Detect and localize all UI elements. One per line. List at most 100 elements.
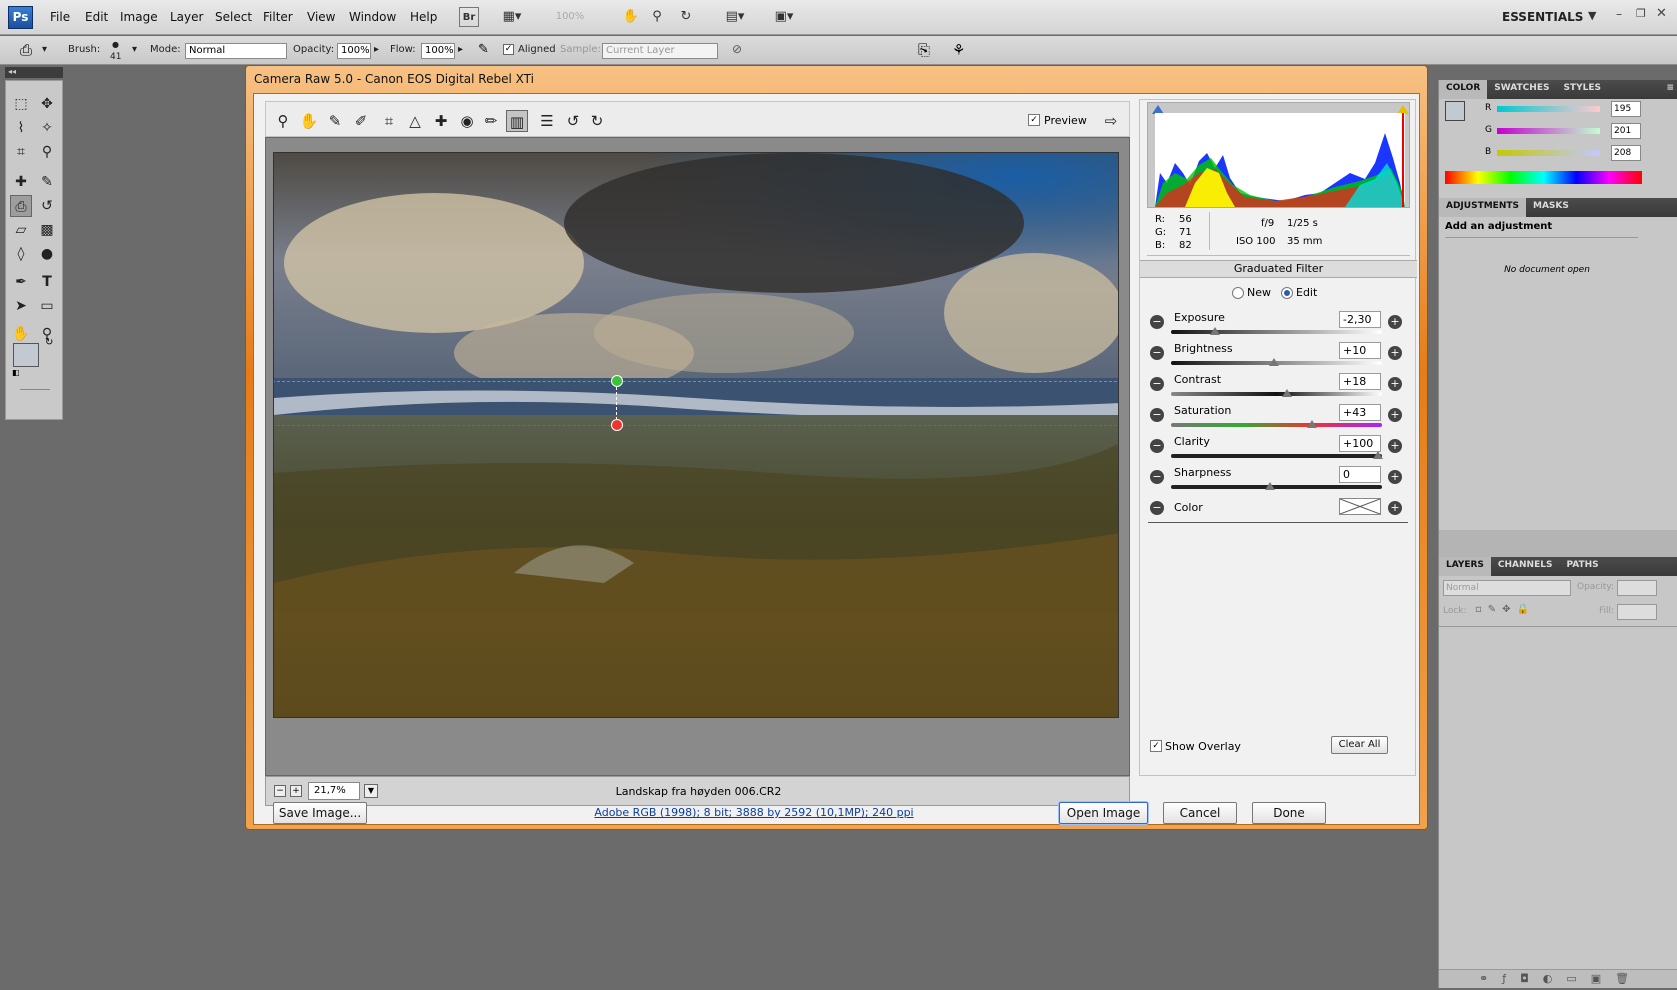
brush-tool-icon[interactable]: ✎	[36, 171, 58, 193]
workspace-switcher[interactable]: ESSENTIALS	[1502, 10, 1583, 24]
tab-paths[interactable]: PATHS	[1559, 557, 1605, 576]
arrange-documents-icon[interactable]: ▤▾	[718, 7, 752, 27]
menu-filter[interactable]: Filter	[263, 10, 293, 24]
minimize-icon[interactable]: –	[1616, 7, 1622, 21]
rotate-view-icon[interactable]: ↻	[675, 7, 697, 27]
color-spectrum-bar[interactable]	[1445, 171, 1642, 184]
color-plus-button[interactable]: +	[1388, 501, 1402, 515]
close-icon[interactable]: ✕	[1656, 6, 1667, 21]
move-tool-icon[interactable]: ✥	[36, 93, 58, 115]
saturation-slider-knob[interactable]	[1307, 420, 1318, 428]
magic-wand-tool-icon[interactable]: ✧	[36, 117, 58, 139]
eraser-tool-icon[interactable]: ▱	[10, 219, 32, 241]
preview-photo[interactable]	[273, 152, 1119, 718]
brightness-plus-button[interactable]: +	[1388, 346, 1402, 360]
crop-tool-icon[interactable]: ⌗	[10, 141, 32, 163]
mode-edit-radio[interactable]	[1281, 287, 1293, 299]
brightness-field[interactable]: +10	[1339, 342, 1381, 359]
screen-mode-icon[interactable]: ▣▾	[767, 7, 801, 27]
menu-layer[interactable]: Layer	[170, 10, 203, 24]
contrast-field[interactable]: +18	[1339, 373, 1381, 390]
swap-colors-icon[interactable]: ↻	[45, 337, 53, 348]
clear-all-button[interactable]: Clear All	[1331, 736, 1388, 754]
saturation-slider[interactable]	[1171, 423, 1382, 427]
cr-rotate-left-icon[interactable]: ↺	[562, 110, 584, 132]
foreground-color-swatch[interactable]	[13, 343, 39, 367]
saturation-plus-button[interactable]: +	[1388, 408, 1402, 422]
panel-menu-icon[interactable]: ≡	[1666, 83, 1674, 93]
history-brush-tool-icon[interactable]: ↺	[36, 195, 58, 217]
brush-preview[interactable]: ●	[112, 40, 119, 49]
brush-panel-icon[interactable]: ⚘	[952, 41, 965, 59]
clarity-slider-knob[interactable]	[1372, 451, 1383, 459]
cr-hand-icon[interactable]: ✋	[298, 110, 320, 132]
bridge-button[interactable]: Br	[459, 7, 479, 27]
cr-white-balance-icon[interactable]: ✎	[324, 110, 346, 132]
contrast-slider[interactable]	[1171, 392, 1382, 396]
sharpness-plus-button[interactable]: +	[1388, 470, 1402, 484]
open-image-button[interactable]: Open Image	[1059, 802, 1148, 824]
saturation-minus-button[interactable]: −	[1150, 408, 1164, 422]
opacity-field[interactable]: 100%	[337, 43, 371, 59]
tab-layers[interactable]: LAYERS	[1439, 557, 1491, 576]
path-selection-tool-icon[interactable]: ➤	[10, 295, 32, 317]
tab-swatches[interactable]: SWATCHES	[1487, 80, 1556, 99]
contrast-minus-button[interactable]: −	[1150, 377, 1164, 391]
sharpness-field[interactable]: 0	[1339, 466, 1381, 483]
menu-view[interactable]: View	[307, 10, 335, 24]
cr-straighten-icon[interactable]: △	[404, 110, 426, 132]
cr-color-sampler-icon[interactable]: ✐	[350, 110, 372, 132]
workflow-options-link[interactable]: Adobe RGB (1998); 8 bit; 3888 by 2592 (1…	[534, 806, 974, 819]
sharpness-slider-knob[interactable]	[1265, 482, 1276, 490]
view-extras-icon[interactable]: ▦▾	[498, 7, 526, 27]
menu-help[interactable]: Help	[410, 10, 437, 24]
layers-blend-select[interactable]: Normal	[1443, 580, 1571, 596]
tab-masks[interactable]: MASKS	[1526, 198, 1576, 217]
ignore-adjustment-layers-icon[interactable]: ⊘	[732, 42, 742, 56]
panel-foreground-swatch[interactable]	[1445, 101, 1465, 121]
layers-footer-icons[interactable]: ⚭ƒ◘◐▭▣🗑	[1439, 969, 1677, 988]
zoom-level-dropdown[interactable]: 100%	[545, 7, 595, 27]
color-r-slider[interactable]	[1497, 106, 1600, 112]
menu-image[interactable]: Image	[120, 10, 158, 24]
tab-color[interactable]: COLOR	[1439, 80, 1488, 99]
clarity-slider[interactable]	[1171, 454, 1382, 458]
color-minus-button[interactable]: −	[1150, 501, 1164, 515]
cr-rotate-right-icon[interactable]: ↻	[586, 110, 608, 132]
gradient-end-line[interactable]	[274, 425, 1118, 426]
flow-arrow-icon[interactable]: ▸	[458, 44, 463, 55]
color-g-field[interactable]: 201	[1611, 123, 1641, 139]
exposure-slider-knob[interactable]	[1210, 327, 1221, 335]
dodge-tool-icon[interactable]: ●	[36, 243, 58, 265]
clone-stamp-icon[interactable]: ⎙	[20, 41, 32, 59]
menu-file[interactable]: File	[50, 10, 70, 24]
healing-brush-tool-icon[interactable]: ✚	[10, 171, 32, 193]
clarity-minus-button[interactable]: −	[1150, 439, 1164, 453]
marquee-tool-icon[interactable]: ⬚	[10, 93, 32, 115]
gradient-start-line[interactable]	[274, 381, 1118, 382]
color-b-slider[interactable]	[1497, 150, 1600, 156]
color-b-field[interactable]: 208	[1611, 145, 1641, 161]
tab-styles[interactable]: STYLES	[1556, 80, 1608, 99]
default-colors-icon[interactable]: ◧	[12, 368, 20, 377]
cr-crop-icon[interactable]: ⌗	[378, 110, 400, 132]
airbrush-icon[interactable]: ✎	[478, 42, 489, 57]
mode-new-radio[interactable]	[1232, 287, 1244, 299]
eyedropper-tool-icon[interactable]: ⚲	[36, 141, 58, 163]
flow-field[interactable]: 100%	[421, 43, 455, 59]
pen-tool-icon[interactable]: ✒	[10, 271, 32, 293]
color-g-slider[interactable]	[1497, 128, 1600, 134]
menu-edit[interactable]: Edit	[85, 10, 108, 24]
save-image-button[interactable]: Save Image...	[273, 802, 367, 824]
exposure-minus-button[interactable]: −	[1150, 315, 1164, 329]
blur-tool-icon[interactable]: ◊	[10, 243, 32, 265]
brush-dropdown-icon[interactable]: ▾	[132, 44, 137, 55]
sample-select[interactable]: Current Layer	[602, 43, 718, 59]
menu-window[interactable]: Window	[349, 10, 396, 24]
layers-opacity-field[interactable]	[1617, 580, 1657, 596]
gradient-tool-icon[interactable]: ▩	[36, 219, 58, 241]
lock-icons[interactable]: ▫✎✥🔒	[1475, 604, 1535, 615]
clarity-field[interactable]: +100	[1339, 435, 1381, 452]
brightness-slider-knob[interactable]	[1269, 358, 1280, 366]
mode-select[interactable]: Normal	[185, 43, 287, 59]
